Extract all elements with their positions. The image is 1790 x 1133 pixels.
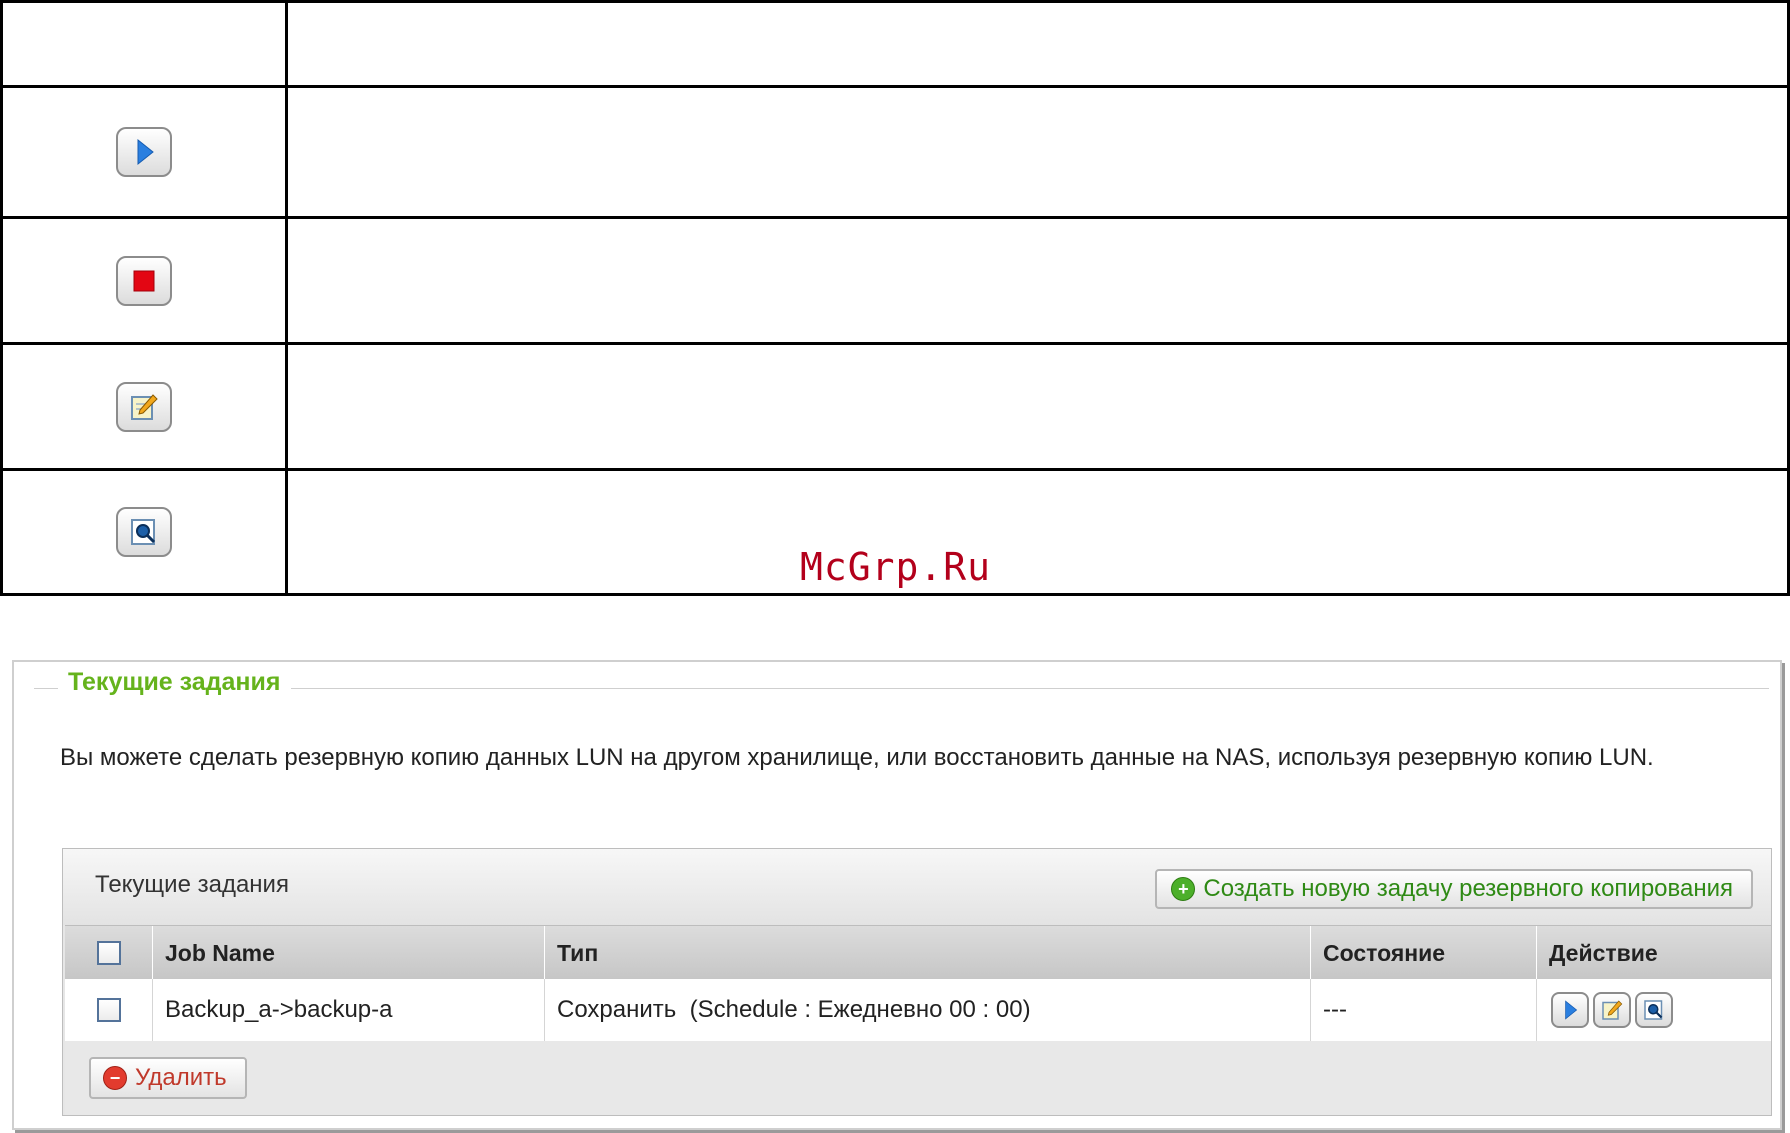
section-description: Вы можете сделать резервную копию данных… [60, 744, 1654, 771]
edit-icon [1602, 1000, 1623, 1020]
stop-icon [133, 270, 155, 291]
grid-footer: − Удалить [65, 1041, 1771, 1115]
start-job-button[interactable] [1551, 992, 1589, 1028]
header-job-name[interactable]: Job Name [153, 926, 545, 980]
legend-row-edit [3, 345, 1787, 471]
row-type: Сохранить (Schedule : Ежедневно 00 : 00) [545, 979, 1311, 1041]
row-actions [1537, 979, 1771, 1041]
legend-row-header [3, 3, 1787, 88]
edit-job-button[interactable] [1593, 992, 1631, 1028]
legend-icon-cell [3, 345, 285, 468]
legend-icon-cell [3, 219, 285, 342]
edit-icon [131, 393, 158, 420]
row-job-name: Backup_a->backup-a [153, 979, 545, 1041]
legend-text-cell [288, 219, 1787, 342]
grid-header: Job Name Тип Состояние Действие [65, 925, 1771, 980]
view-log-icon [131, 519, 156, 545]
view-job-log-button[interactable] [1635, 992, 1673, 1028]
plus-icon: + [1171, 877, 1196, 901]
select-all-checkbox[interactable] [96, 941, 121, 965]
header-status[interactable]: Состояние [1311, 926, 1537, 980]
grid-toolbar: Текущие задания + Создать новую задачу р… [63, 849, 1771, 925]
legend-text-cell [288, 88, 1787, 216]
jobs-grid: Текущие задания + Создать новую задачу р… [62, 848, 1772, 1116]
row-status: --- [1311, 979, 1537, 1041]
header-select-all-cell [65, 926, 153, 980]
create-backup-job-button[interactable]: + Создать новую задачу резервного копиро… [1155, 869, 1753, 909]
delete-button[interactable]: − Удалить [89, 1057, 247, 1099]
legend-row-play [3, 88, 1787, 219]
view-log-icon [1644, 1000, 1663, 1020]
header-action: Действие [1549, 939, 1658, 966]
row-checkbox[interactable] [96, 998, 121, 1022]
legend-text-cell [288, 471, 1787, 593]
watermark: McGrp.Ru [800, 545, 992, 589]
legend-header-text-cell [288, 3, 1787, 85]
section-title: Текущие задания [58, 668, 291, 697]
minus-icon: − [103, 1066, 127, 1090]
legend-row-stop [3, 219, 1787, 345]
legend-header-icon-cell [3, 3, 285, 85]
delete-button-label: Удалить [135, 1064, 227, 1091]
edit-button [116, 381, 172, 432]
create-backup-job-label: Создать новую задачу резервного копирова… [1203, 875, 1733, 902]
row-checkbox-cell [65, 979, 153, 1041]
grid-title: Текущие задания [95, 871, 289, 898]
fieldset-border [34, 688, 1769, 689]
legend-icon-cell [3, 88, 285, 216]
legend-icon-cell [3, 471, 285, 593]
view-log-button [116, 507, 172, 557]
table-row: Backup_a->backup-a Сохранить (Schedule :… [65, 979, 1771, 1042]
play-icon [137, 138, 154, 166]
stop-button [116, 255, 172, 306]
icon-legend-table [0, 0, 1790, 596]
play-button [116, 127, 172, 177]
play-icon [1565, 1000, 1578, 1020]
legend-text-cell [288, 345, 1787, 468]
header-type[interactable]: Тип [545, 926, 1311, 980]
